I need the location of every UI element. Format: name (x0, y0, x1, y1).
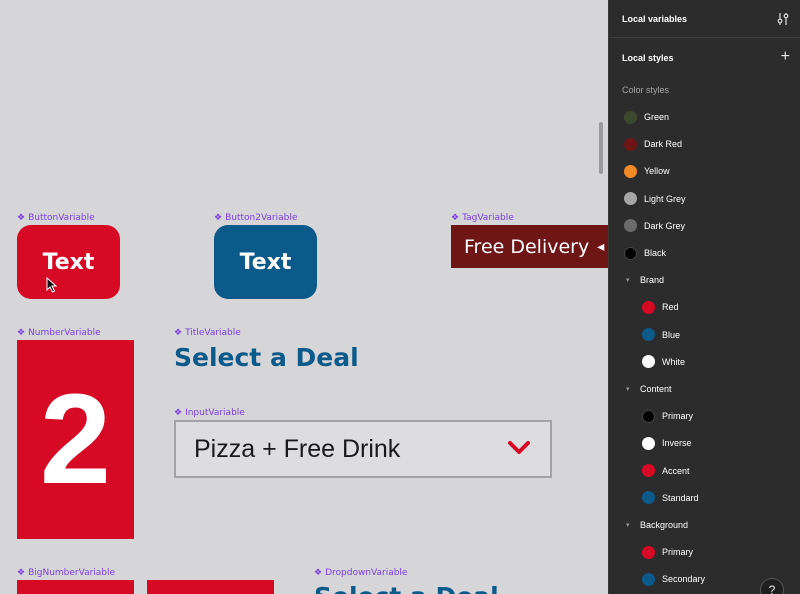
color-style-name: Standard (662, 492, 699, 503)
color-style-item[interactable]: Red (609, 297, 800, 317)
color-style-name: Secondary (662, 574, 706, 585)
component-label[interactable]: ❖ NumberVariable (17, 328, 101, 338)
style-group-name: Content (640, 384, 672, 394)
component-diamond-icon: ❖ (451, 212, 460, 223)
color-swatch (642, 464, 655, 478)
button-text: Text (42, 249, 95, 275)
component-diamond-icon: ❖ (17, 567, 26, 578)
component-label[interactable]: ❖ DropdownVariable (314, 568, 407, 578)
color-swatch (624, 246, 637, 260)
local-variables-header[interactable]: Local variables (609, 0, 800, 38)
component-diamond-icon: ❖ (214, 212, 223, 223)
component-label[interactable]: ❖ TitleVariable (174, 328, 241, 338)
color-style-item[interactable]: Dark Grey (609, 216, 800, 236)
component-label[interactable]: ❖ ButtonVariable (17, 213, 95, 223)
color-swatch (624, 137, 637, 151)
component-diamond-icon: ❖ (314, 567, 323, 578)
color-style-name: Dark Red (644, 139, 683, 150)
canvas-scrollbar[interactable] (599, 122, 603, 174)
caret-down-icon[interactable]: ▾ (626, 385, 640, 393)
component-label[interactable]: ❖ Button2Variable (214, 213, 297, 223)
color-style-item[interactable]: Inverse (609, 433, 800, 453)
design-canvas[interactable]: ❖ ButtonVariable ❖ Button2Variable ❖ Tag… (0, 0, 608, 594)
color-swatch (642, 355, 655, 369)
title-variable-component[interactable]: Select a Deal (174, 343, 359, 372)
color-swatch (642, 300, 655, 314)
color-style-item[interactable]: Blue (609, 325, 800, 345)
help-icon: ? (768, 583, 776, 594)
color-swatch (642, 572, 655, 586)
color-swatch (624, 192, 637, 206)
button2-variable-component[interactable]: Text (214, 225, 317, 299)
color-style-item[interactable]: Dark Red (609, 134, 800, 154)
local-styles-header: Local styles + (609, 44, 800, 72)
color-swatch (642, 328, 655, 342)
component-label[interactable]: ❖ InputVariable (174, 408, 245, 418)
style-group-row[interactable]: ▾ Background (609, 515, 800, 535)
button-variable-component[interactable]: Text (17, 225, 120, 299)
color-style-item[interactable]: Primary (609, 406, 800, 426)
component-diamond-icon: ❖ (17, 327, 26, 338)
color-style-name: Yellow (644, 166, 670, 177)
color-style-name: Green (644, 112, 670, 122)
style-group-row[interactable]: ▾ Brand (609, 270, 800, 290)
chevron-down-icon (508, 441, 530, 454)
tag-variable-component[interactable]: Free Delivery ◂ (451, 225, 608, 268)
component-label[interactable]: ❖ BigNumberVariable (17, 568, 115, 578)
component-label[interactable]: ❖ TagVariable (451, 213, 514, 223)
color-style-name: Dark Grey (644, 220, 686, 231)
plus-icon[interactable]: + (781, 48, 790, 66)
number-text: 2 (39, 368, 112, 511)
tag-text: Free Delivery (464, 235, 590, 258)
color-swatch (642, 491, 655, 505)
color-style-name: Inverse (662, 438, 692, 449)
color-style-item[interactable]: Yellow (609, 161, 800, 181)
button-text: Text (239, 249, 292, 275)
component-diamond-icon: ❖ (174, 327, 183, 338)
color-style-name: Red (662, 302, 679, 313)
color-style-name: Black (644, 248, 667, 258)
color-style-name: Primary (662, 547, 693, 558)
color-style-item[interactable]: Standard (609, 488, 800, 508)
dropdown-variable-title[interactable]: Select a Deal (314, 582, 499, 594)
style-group-name: Background (640, 520, 689, 530)
local-variables-title: Local variables (622, 13, 688, 24)
local-styles-title: Local styles (622, 53, 674, 63)
arrow-left-icon: ◂ (597, 238, 605, 255)
color-style-item[interactable]: White (609, 352, 800, 372)
input-variable-component[interactable]: Pizza + Free Drink (174, 420, 552, 478)
color-style-item[interactable]: Green (609, 107, 800, 127)
color-style-name: Primary (662, 411, 693, 422)
color-style-name: Blue (662, 329, 681, 340)
color-swatch (624, 110, 637, 124)
number-variable-component[interactable]: 2 (17, 340, 134, 539)
big-number-card[interactable] (17, 580, 134, 594)
color-swatch (642, 436, 655, 450)
color-styles-label: Color styles (622, 85, 670, 95)
color-style-item[interactable]: Black (609, 243, 800, 263)
caret-down-icon[interactable]: ▾ (626, 521, 640, 529)
dropdown-value: Pizza + Free Drink (194, 434, 401, 463)
color-style-item[interactable]: Primary (609, 542, 800, 562)
color-swatch (642, 409, 655, 423)
component-diamond-icon: ❖ (17, 212, 26, 223)
component-diamond-icon: ❖ (174, 407, 183, 418)
color-swatch (624, 219, 637, 233)
color-style-item[interactable]: Light Grey (609, 189, 800, 209)
right-panel: Local variables Local styles + Color sty… (608, 0, 800, 594)
mouse-cursor-icon (46, 277, 58, 293)
style-group-row[interactable]: ▾ Content (609, 379, 800, 399)
style-group-name: Brand (640, 275, 665, 286)
caret-down-icon[interactable]: ▾ (626, 276, 640, 284)
color-swatch (642, 545, 655, 559)
color-style-name: Light Grey (644, 193, 686, 204)
color-swatch (624, 164, 637, 178)
big-number-card[interactable] (147, 580, 274, 594)
color-style-item[interactable]: Accent (609, 461, 800, 481)
color-style-name: White (662, 356, 686, 367)
color-style-name: Accent (662, 465, 690, 476)
sliders-icon[interactable] (777, 12, 789, 26)
